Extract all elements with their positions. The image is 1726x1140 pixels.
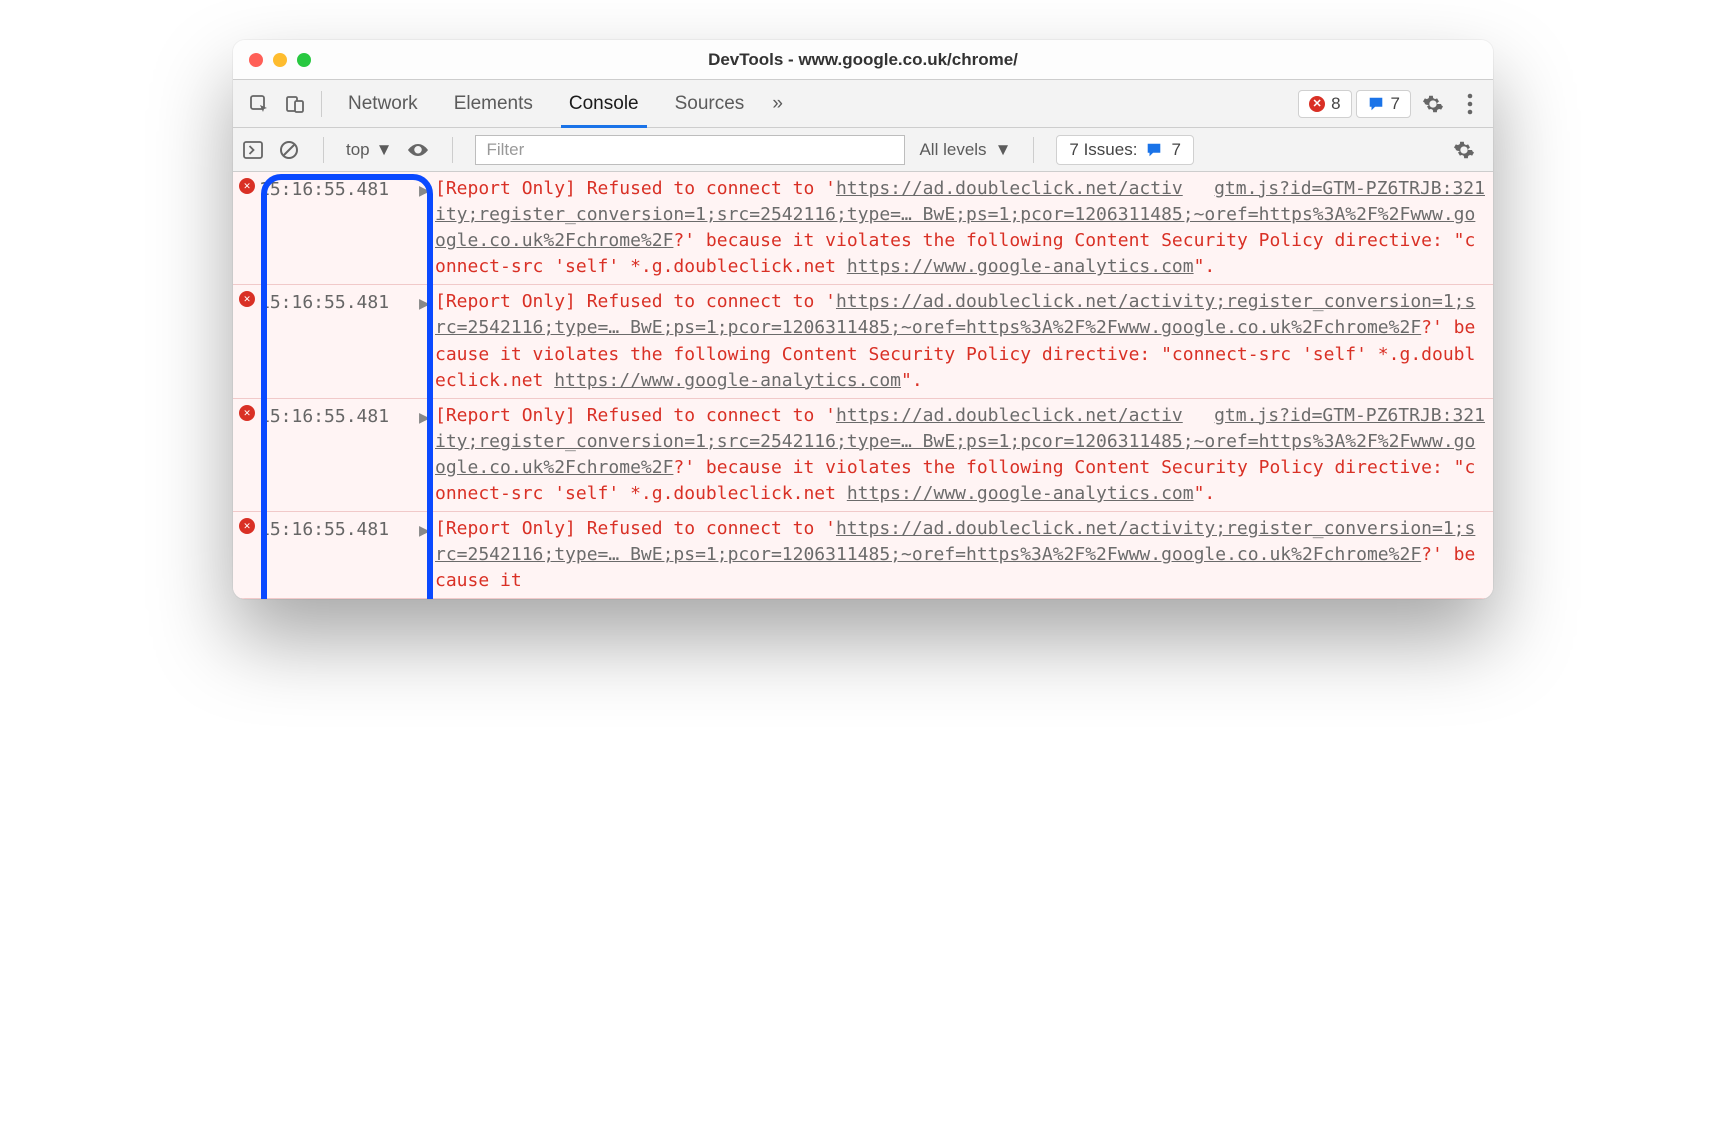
chevron-down-icon: ▼ xyxy=(376,140,393,160)
url-link[interactable]: https://www.google-analytics.com xyxy=(847,256,1194,277)
log-level-selector[interactable]: All levels ▼ xyxy=(919,140,1011,160)
message-count: 7 xyxy=(1391,94,1400,114)
url-link[interactable]: https://ad.doubleclick.net/activity;regi… xyxy=(435,291,1475,338)
message-text: gtm.js?id=GTM-PZ6TRJB:321[Report Only] R… xyxy=(435,176,1485,280)
message-text: gtm.js?id=GTM-PZ6TRJB:321[Report Only] R… xyxy=(435,403,1485,507)
chevron-down-icon: ▼ xyxy=(995,140,1012,160)
url-link[interactable]: https://ad.doubleclick.net/activity;regi… xyxy=(435,518,1475,565)
disclosure-triangle-icon[interactable]: ▶ xyxy=(419,289,435,393)
issues-label: 7 Issues: xyxy=(1069,140,1137,160)
console-settings-icon[interactable] xyxy=(1453,139,1483,161)
console-messages: ✕15:16:55.481▶gtm.js?id=GTM-PZ6TRJB:321[… xyxy=(233,172,1493,599)
console-toolbar: top ▼ Filter All levels ▼ 7 Issues: 7 xyxy=(233,128,1493,172)
error-icon: ✕ xyxy=(239,289,259,393)
error-count: 8 xyxy=(1331,94,1340,114)
live-expression-icon[interactable] xyxy=(406,142,430,158)
disclosure-triangle-icon[interactable]: ▶ xyxy=(419,516,435,594)
console-message-row[interactable]: ✕15:16:55.481▶gtm.js?id=GTM-PZ6TRJB:321[… xyxy=(233,399,1493,512)
device-toggle-icon[interactable] xyxy=(277,94,313,114)
error-icon: ✕ xyxy=(239,176,259,280)
tab-console[interactable]: Console xyxy=(551,80,657,127)
context-selector[interactable]: top ▼ xyxy=(346,140,392,160)
error-icon: ✕ xyxy=(239,516,259,594)
message-source-link[interactable]: gtm.js?id=GTM-PZ6TRJB:321 xyxy=(1214,403,1485,429)
console-message-row[interactable]: ✕15:16:55.481▶[Report Only] Refused to c… xyxy=(233,512,1493,599)
message-timestamp: 15:16:55.481 xyxy=(259,176,419,280)
url-link[interactable]: https://www.google-analytics.com xyxy=(847,483,1194,504)
url-link[interactable]: https://www.google-analytics.com xyxy=(554,370,901,391)
message-count-badge[interactable]: 7 xyxy=(1356,90,1411,118)
panel-tabs: Network Elements Console Sources » ✕ 8 7 xyxy=(233,80,1493,128)
disclosure-triangle-icon[interactable]: ▶ xyxy=(419,176,435,280)
console-message-row[interactable]: ✕15:16:55.481▶[Report Only] Refused to c… xyxy=(233,285,1493,398)
devtools-window: DevTools - www.google.co.uk/chrome/ Netw… xyxy=(233,40,1493,599)
console-sidebar-toggle-icon[interactable] xyxy=(243,141,265,159)
tab-network[interactable]: Network xyxy=(330,80,436,127)
message-source-link[interactable]: gtm.js?id=GTM-PZ6TRJB:321 xyxy=(1214,176,1485,202)
log-level-label: All levels xyxy=(919,140,986,160)
console-message-row[interactable]: ✕15:16:55.481▶gtm.js?id=GTM-PZ6TRJB:321[… xyxy=(233,172,1493,285)
issues-count: 7 xyxy=(1171,140,1180,160)
tab-elements[interactable]: Elements xyxy=(436,80,551,127)
clear-console-icon[interactable] xyxy=(279,140,301,160)
context-label: top xyxy=(346,140,370,160)
filter-input[interactable]: Filter xyxy=(475,135,905,165)
message-timestamp: 15:16:55.481 xyxy=(259,289,419,393)
error-icon: ✕ xyxy=(239,403,259,507)
filter-placeholder: Filter xyxy=(486,140,524,160)
message-icon xyxy=(1145,141,1163,159)
message-timestamp: 15:16:55.481 xyxy=(259,403,419,507)
error-icon: ✕ xyxy=(1309,96,1325,112)
settings-icon[interactable] xyxy=(1411,93,1455,115)
message-icon xyxy=(1367,95,1385,113)
titlebar: DevTools - www.google.co.uk/chrome/ xyxy=(233,40,1493,80)
tabs-overflow[interactable]: » xyxy=(762,80,793,127)
window-title: DevTools - www.google.co.uk/chrome/ xyxy=(233,50,1493,70)
kebab-menu-icon[interactable] xyxy=(1455,93,1485,115)
error-count-badge[interactable]: ✕ 8 xyxy=(1298,90,1351,118)
tab-sources[interactable]: Sources xyxy=(657,80,763,127)
disclosure-triangle-icon[interactable]: ▶ xyxy=(419,403,435,507)
message-timestamp: 15:16:55.481 xyxy=(259,516,419,594)
inspect-icon[interactable] xyxy=(241,94,277,114)
message-text: [Report Only] Refused to connect to 'htt… xyxy=(435,289,1485,393)
message-text: [Report Only] Refused to connect to 'htt… xyxy=(435,516,1485,594)
issues-button[interactable]: 7 Issues: 7 xyxy=(1056,135,1194,165)
